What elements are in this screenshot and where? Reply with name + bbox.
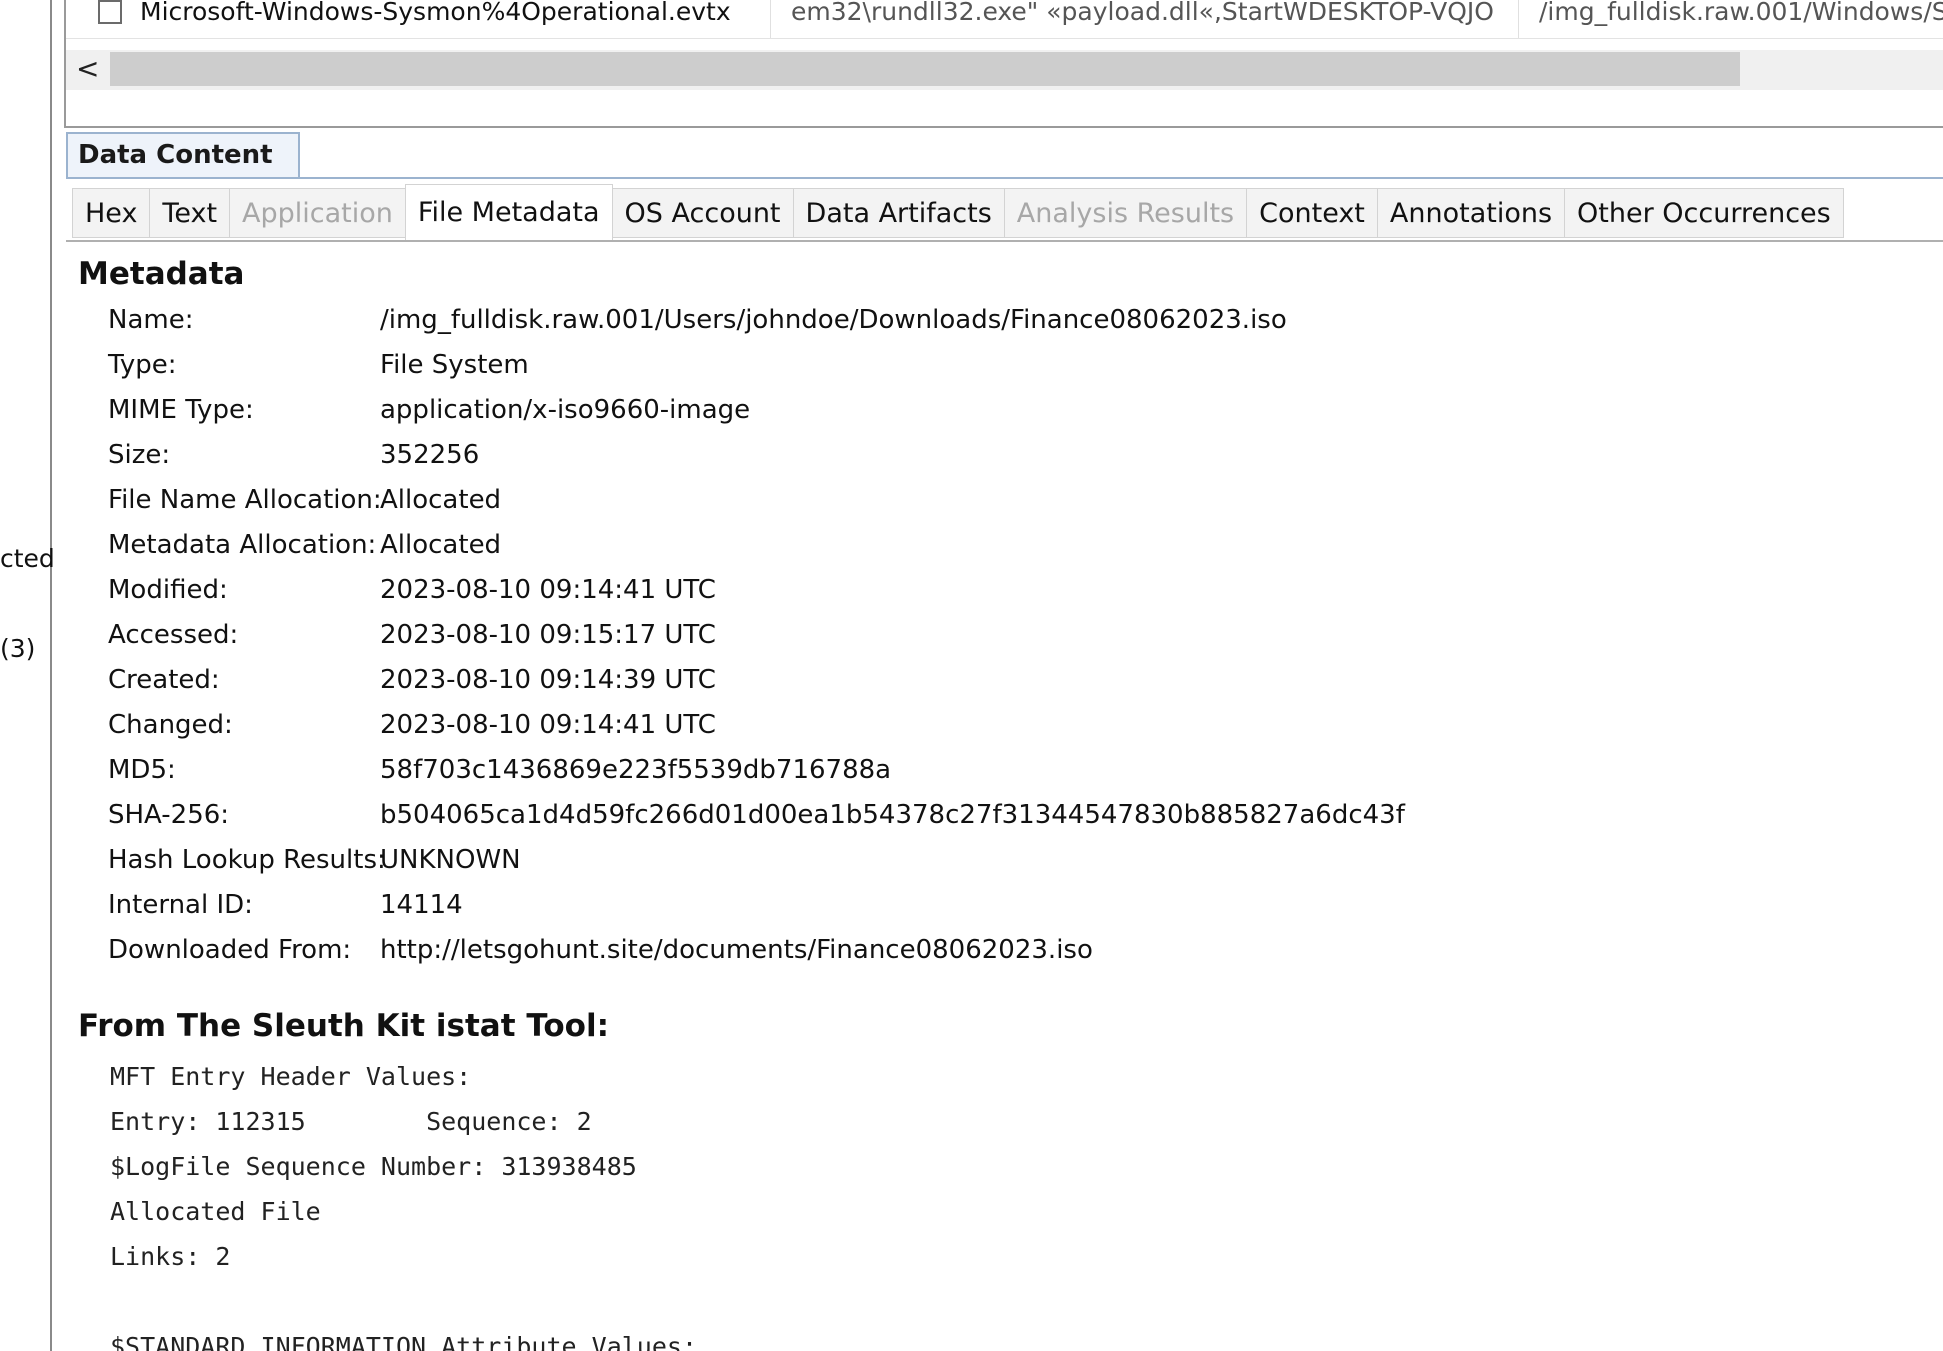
tab-context[interactable]: Context xyxy=(1246,188,1378,238)
panel-divider[interactable] xyxy=(50,0,52,1351)
tab-underline xyxy=(66,240,1943,242)
metadata-value: Allocated xyxy=(380,485,502,515)
metadata-value: application/x-iso9660-image xyxy=(380,395,751,425)
metadata-value: 2023-08-10 09:14:41 UTC xyxy=(380,575,716,605)
left-panel-text-fragment: (3) xyxy=(0,634,36,663)
metadata-label: Type: xyxy=(108,350,177,380)
tab-application: Application xyxy=(229,188,406,238)
metadata-label: Size: xyxy=(108,440,171,470)
tab-analysis-results: Analysis Results xyxy=(1003,188,1248,238)
file-metadata-view: Metadata Name: /img_fulldisk.raw.001/Use… xyxy=(66,244,1943,1351)
scroll-left-arrow-icon[interactable]: < xyxy=(76,52,99,85)
metadata-value: 2023-08-10 09:15:17 UTC xyxy=(380,620,716,650)
metadata-label: Metadata Allocation: xyxy=(108,530,377,560)
data-content-panel-title: Data Content xyxy=(66,132,300,178)
metadata-value: UNKNOWN xyxy=(380,845,521,875)
tab-file-metadata[interactable]: File Metadata xyxy=(404,184,613,240)
metadata-value: File System xyxy=(380,350,529,380)
tab-text[interactable]: Text xyxy=(149,188,231,238)
table-cell-path: /img_fulldisk.raw.001/Windows/Sys xyxy=(1518,0,1943,38)
horizontal-scrollbar[interactable]: < xyxy=(66,50,1943,90)
metadata-label: Changed: xyxy=(108,710,233,740)
metadata-label: Hash Lookup Results: xyxy=(108,845,386,875)
metadata-value: Allocated xyxy=(380,530,502,560)
metadata-value: 2023-08-10 09:14:39 UTC xyxy=(380,665,716,695)
tab-other-occurrences[interactable]: Other Occurrences xyxy=(1564,188,1844,238)
metadata-label: Modified: xyxy=(108,575,228,605)
metadata-label: MD5: xyxy=(108,755,176,785)
metadata-value: 2023-08-10 09:14:41 UTC xyxy=(380,710,716,740)
istat-line: $LogFile Sequence Number: 313938485 xyxy=(110,1152,637,1181)
table-row[interactable]: Microsoft-Windows-Sysmon%4Operational.ev… xyxy=(66,0,1943,39)
metadata-value: /img_fulldisk.raw.001/Users/johndoe/Down… xyxy=(380,305,1287,335)
metadata-label: File Name Allocation: xyxy=(108,485,382,515)
metadata-label: Accessed: xyxy=(108,620,239,650)
results-table: Microsoft-Windows-Sysmon%4Operational.ev… xyxy=(64,0,1943,128)
tab-annotations[interactable]: Annotations xyxy=(1376,188,1566,238)
table-cell-source-file: Microsoft-Windows-Sysmon%4Operational.ev… xyxy=(140,0,731,26)
metadata-label: Name: xyxy=(108,305,194,335)
metadata-value: b504065ca1d4d59fc266d01d00ea1b54378c27f3… xyxy=(380,800,1405,830)
metadata-label: MIME Type: xyxy=(108,395,254,425)
istat-heading: From The Sleuth Kit istat Tool: xyxy=(78,1008,609,1044)
tab-data-artifacts[interactable]: Data Artifacts xyxy=(792,188,1005,238)
istat-line: MFT Entry Header Values: xyxy=(110,1062,472,1091)
row-checkbox[interactable] xyxy=(98,0,122,24)
table-cell-command-line: em32\rundll32.exe" «payload.dll«,StartWD… xyxy=(770,0,1601,38)
metadata-heading: Metadata xyxy=(78,256,245,292)
metadata-value: 58f703c1436869e223f5539db716788a xyxy=(380,755,892,785)
istat-line: Links: 2 xyxy=(110,1242,231,1271)
metadata-value: http://letsgohunt.site/documents/Finance… xyxy=(380,935,1093,965)
metadata-value: 352256 xyxy=(380,440,480,470)
metadata-label: Internal ID: xyxy=(108,890,253,920)
metadata-label: Downloaded From: xyxy=(108,935,352,965)
metadata-label: Created: xyxy=(108,665,220,695)
metadata-value: 14114 xyxy=(380,890,463,920)
content-viewer-tabs: Hex Text Application File Metadata OS Ac… xyxy=(72,184,1844,242)
istat-line: $STANDARD_INFORMATION Attribute Values: xyxy=(110,1332,697,1351)
metadata-label: SHA-256: xyxy=(108,800,230,830)
tab-hex[interactable]: Hex xyxy=(72,188,151,238)
left-panel-strip: cted (3) xyxy=(0,0,55,1351)
tab-os-account[interactable]: OS Account xyxy=(611,188,794,238)
istat-line: Entry: 112315 Sequence: 2 xyxy=(110,1107,592,1136)
istat-line: Allocated File xyxy=(110,1197,321,1226)
scrollbar-thumb[interactable] xyxy=(110,52,1740,86)
left-panel-text-fragment: cted xyxy=(0,544,55,573)
panel-border xyxy=(66,177,1943,179)
